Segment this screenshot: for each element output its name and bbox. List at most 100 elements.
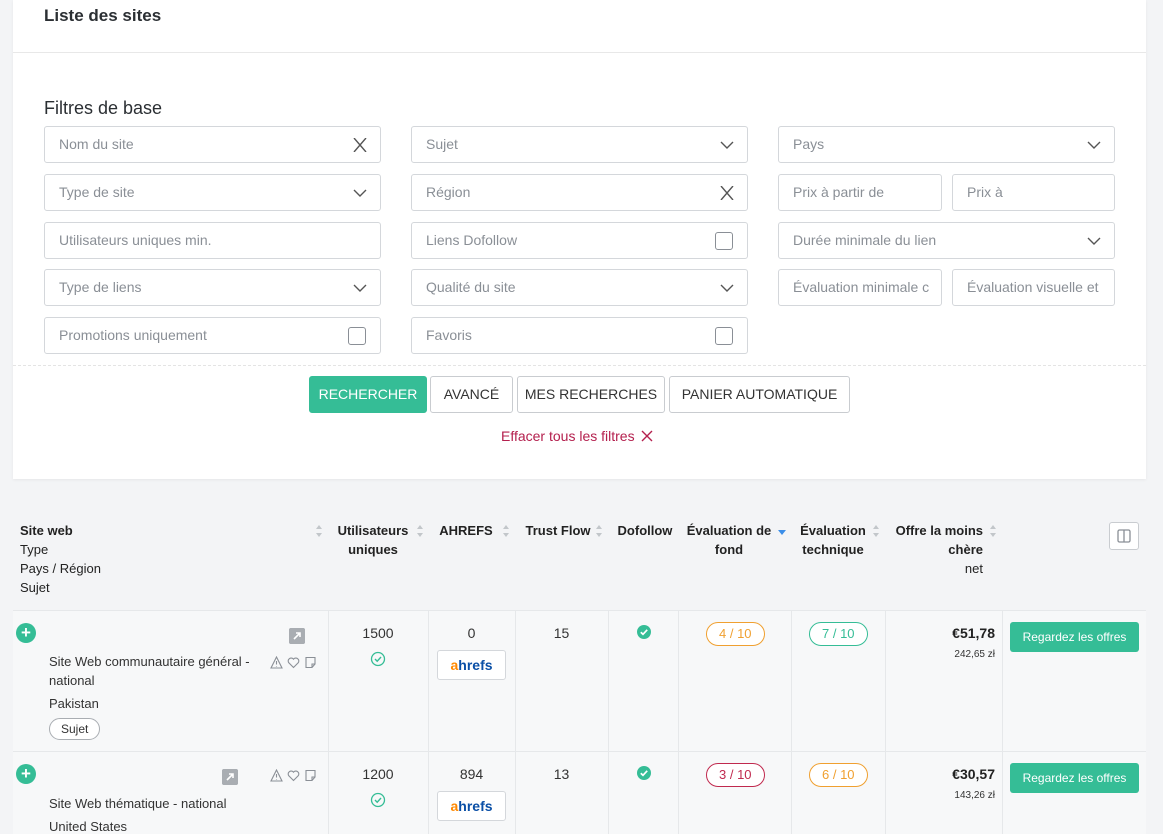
- region-input[interactable]: Région: [411, 174, 748, 211]
- country-placeholder: Pays: [793, 136, 825, 152]
- sort-desc-icon[interactable]: [778, 524, 786, 538]
- sort-icon[interactable]: [416, 524, 424, 538]
- header-unique-users[interactable]: Utilisateurs uniques: [331, 521, 415, 559]
- search-button[interactable]: RECHERCHER: [309, 376, 427, 413]
- view-offers-button[interactable]: Regardez les offres: [1010, 622, 1139, 652]
- site-quality-select[interactable]: Qualité du site: [411, 269, 748, 306]
- link-duration-select[interactable]: Durée minimale du lien: [778, 222, 1115, 259]
- divider: [608, 752, 609, 834]
- sort-icon[interactable]: [595, 524, 603, 538]
- clear-icon[interactable]: [719, 186, 735, 200]
- heart-icon[interactable]: [287, 769, 300, 782]
- price-from-input[interactable]: Prix à partir de: [778, 174, 942, 211]
- warning-icon[interactable]: [270, 769, 283, 782]
- price-from-placeholder: Prix à partir de: [793, 184, 885, 200]
- subject-select[interactable]: Sujet: [411, 126, 748, 163]
- site-name-input[interactable]: Nom du site: [44, 126, 381, 163]
- header-site[interactable]: Site web Type Pays / Région Sujet: [20, 521, 101, 597]
- cheapest-price: €30,57: [952, 766, 995, 782]
- columns-icon: [1117, 529, 1131, 543]
- cheapest-price-pln: 242,65 zł: [954, 649, 995, 660]
- site-type-select[interactable]: Type de site: [44, 174, 381, 211]
- clear-filters-link[interactable]: Effacer tous les filtres: [501, 428, 653, 444]
- columns-toggle-button[interactable]: [1109, 522, 1139, 550]
- link-type-placeholder: Type de liens: [59, 279, 142, 295]
- country-select[interactable]: Pays: [778, 126, 1115, 163]
- favorites-checkbox-field[interactable]: Favoris: [411, 317, 748, 354]
- site-type-placeholder: Type de site: [59, 184, 135, 200]
- divider: [885, 752, 886, 834]
- sort-icon[interactable]: [315, 524, 323, 538]
- close-icon: [641, 430, 653, 442]
- external-link-icon[interactable]: [222, 769, 238, 785]
- visual-rating-placeholder: Évaluation visuelle et: [967, 279, 1099, 295]
- subject-tag[interactable]: Sujet: [49, 718, 101, 740]
- table-header: Site web Type Pays / Région Sujet Utilis…: [13, 510, 1146, 610]
- link-type-select[interactable]: Type de liens: [44, 269, 381, 306]
- ahrefs-logo-button[interactable]: ahrefs: [437, 650, 506, 680]
- header-ahrefs[interactable]: AHREFS: [435, 521, 497, 540]
- divider: [13, 365, 1146, 366]
- filters-title: Filtres de base: [44, 98, 163, 118]
- add-to-cart-button[interactable]: +: [16, 623, 36, 643]
- promotions-checkbox-field[interactable]: Promotions uniquement: [44, 317, 381, 354]
- warning-icon[interactable]: [270, 656, 283, 669]
- check-circle-icon: [637, 625, 651, 639]
- trust-flow-value: 15: [553, 625, 570, 641]
- unique-users-input[interactable]: Utilisateurs uniques min.: [44, 222, 381, 259]
- sort-icon[interactable]: [502, 524, 510, 538]
- background-rating-badge: 4 / 10: [706, 622, 765, 646]
- sort-icon[interactable]: [872, 524, 880, 538]
- auto-cart-button[interactable]: PANIER AUTOMATIQUE: [669, 376, 850, 413]
- price-to-input[interactable]: Prix à: [952, 174, 1115, 211]
- visual-rating-input[interactable]: Évaluation visuelle et: [952, 269, 1115, 306]
- ahrefs-logo-button[interactable]: ahrefs: [437, 791, 506, 821]
- filters-card: Liste des sites Filtres de base Nom du s…: [13, 0, 1146, 479]
- favorites-checkbox[interactable]: [715, 327, 733, 345]
- heart-icon[interactable]: [287, 656, 300, 669]
- trust-flow-value: 13: [553, 766, 570, 782]
- page-title: Liste des sites: [44, 6, 162, 25]
- header-background-rating[interactable]: Évaluation de fond: [685, 521, 773, 559]
- ahrefs-logo-text: hrefs: [458, 657, 493, 673]
- sort-icon[interactable]: [989, 524, 997, 538]
- header-technical-rating[interactable]: Évaluation technique: [793, 521, 873, 559]
- external-link-icon[interactable]: [289, 628, 305, 644]
- header-bg-label: Évaluation de: [686, 523, 772, 538]
- chevron-down-icon: [720, 141, 734, 149]
- dofollow-checkbox-field[interactable]: Liens Dofollow: [411, 222, 748, 259]
- dofollow-label: Liens Dofollow: [426, 232, 518, 248]
- dofollow-checkbox[interactable]: [715, 232, 733, 250]
- verified-icon: [370, 651, 386, 667]
- header-cheapest-offer[interactable]: Offre la moins chère net: [883, 521, 983, 578]
- note-icon[interactable]: [304, 656, 317, 669]
- header-trust-flow[interactable]: Trust Flow: [519, 521, 597, 540]
- view-offers-button[interactable]: Regardez les offres: [1010, 763, 1139, 793]
- table-row: + Site Web communautaire général - natio…: [13, 610, 1146, 751]
- advanced-button[interactable]: AVANCÉ: [430, 376, 513, 413]
- region-placeholder: Région: [426, 184, 471, 200]
- clear-icon[interactable]: [352, 138, 368, 152]
- unique-users-value: 1500: [362, 625, 394, 641]
- unique-users-value: 1200: [362, 766, 394, 782]
- min-rating-input[interactable]: Évaluation minimale c: [778, 269, 942, 306]
- divider: [328, 752, 329, 834]
- divider: [608, 611, 609, 751]
- header-bg-label: fond: [714, 542, 744, 557]
- favorites-label: Favoris: [426, 327, 472, 343]
- link-duration-placeholder: Durée minimale du lien: [793, 232, 937, 248]
- note-icon[interactable]: [304, 769, 317, 782]
- row-actions: [270, 656, 317, 669]
- site-quality-placeholder: Qualité du site: [426, 279, 516, 295]
- promotions-checkbox[interactable]: [348, 327, 366, 345]
- chevron-down-icon: [1087, 237, 1101, 245]
- header-users-label: uniques: [348, 542, 398, 557]
- site-type-text: Site Web thématique - national: [49, 796, 227, 811]
- header-users-label: Utilisateurs: [337, 523, 409, 538]
- header-subject-label: Sujet: [20, 580, 50, 595]
- my-searches-button[interactable]: MES RECHERCHES: [517, 376, 665, 413]
- ahrefs-logo-text: hrefs: [458, 798, 493, 814]
- min-rating-placeholder: Évaluation minimale c: [793, 279, 930, 295]
- divider: [678, 752, 679, 834]
- add-to-cart-button[interactable]: +: [16, 764, 36, 784]
